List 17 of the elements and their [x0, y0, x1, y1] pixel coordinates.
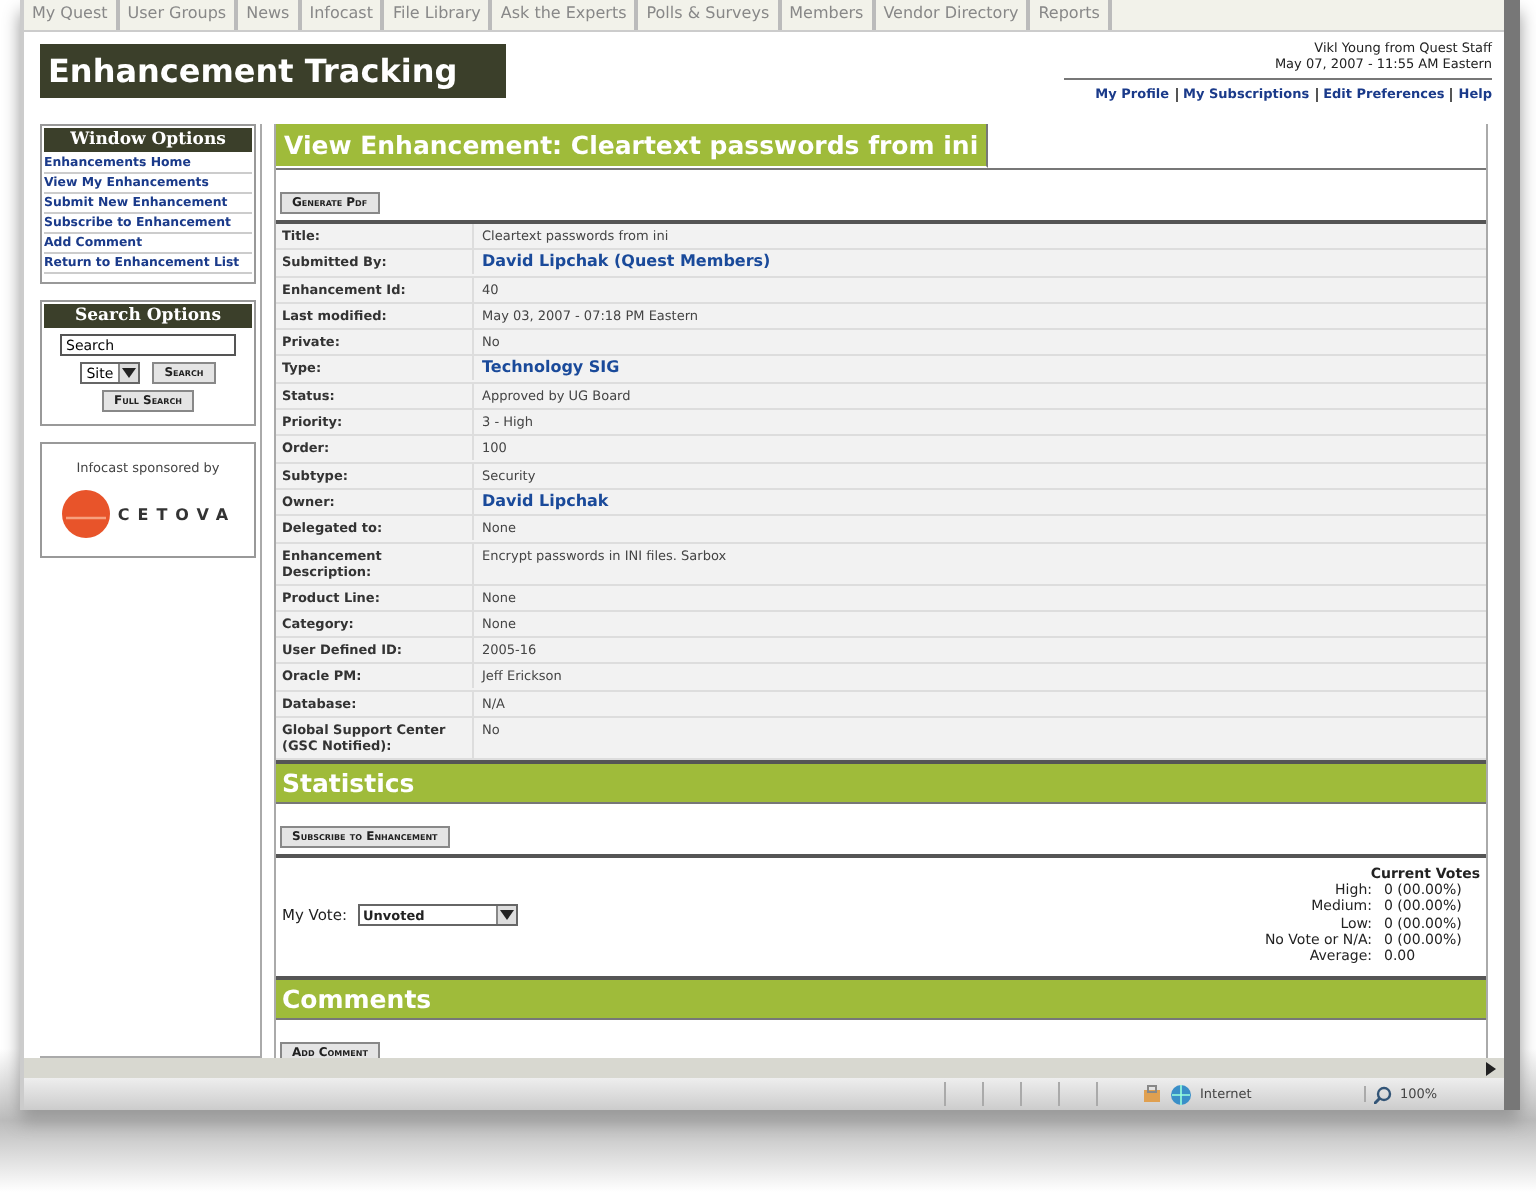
box-title: Search Options [44, 304, 252, 328]
field-link[interactable]: Technology SIG [474, 356, 628, 381]
logo-icon [59, 488, 112, 540]
field-link[interactable]: David Lipchak [474, 489, 617, 514]
site-title: Enhancement Tracking [40, 44, 506, 98]
caret-icon [122, 368, 137, 378]
section-header: Statistics [276, 760, 1486, 803]
arrow-icon [1486, 1061, 1496, 1075]
horizontal-scrollbar[interactable] [24, 1058, 1504, 1078]
box-title: Window Options [44, 128, 252, 152]
section-header: Comments [276, 975, 1486, 1018]
logo-text: CETOVA [117, 505, 237, 523]
globe-icon [1170, 1083, 1192, 1105]
zoom-icon [1374, 1085, 1392, 1103]
page-title: View Enhancement: Cleartext passwords from ini [276, 124, 989, 168]
field-link[interactable]: David Lipchak (Quest Members) [474, 250, 779, 275]
caret-icon [499, 910, 514, 921]
